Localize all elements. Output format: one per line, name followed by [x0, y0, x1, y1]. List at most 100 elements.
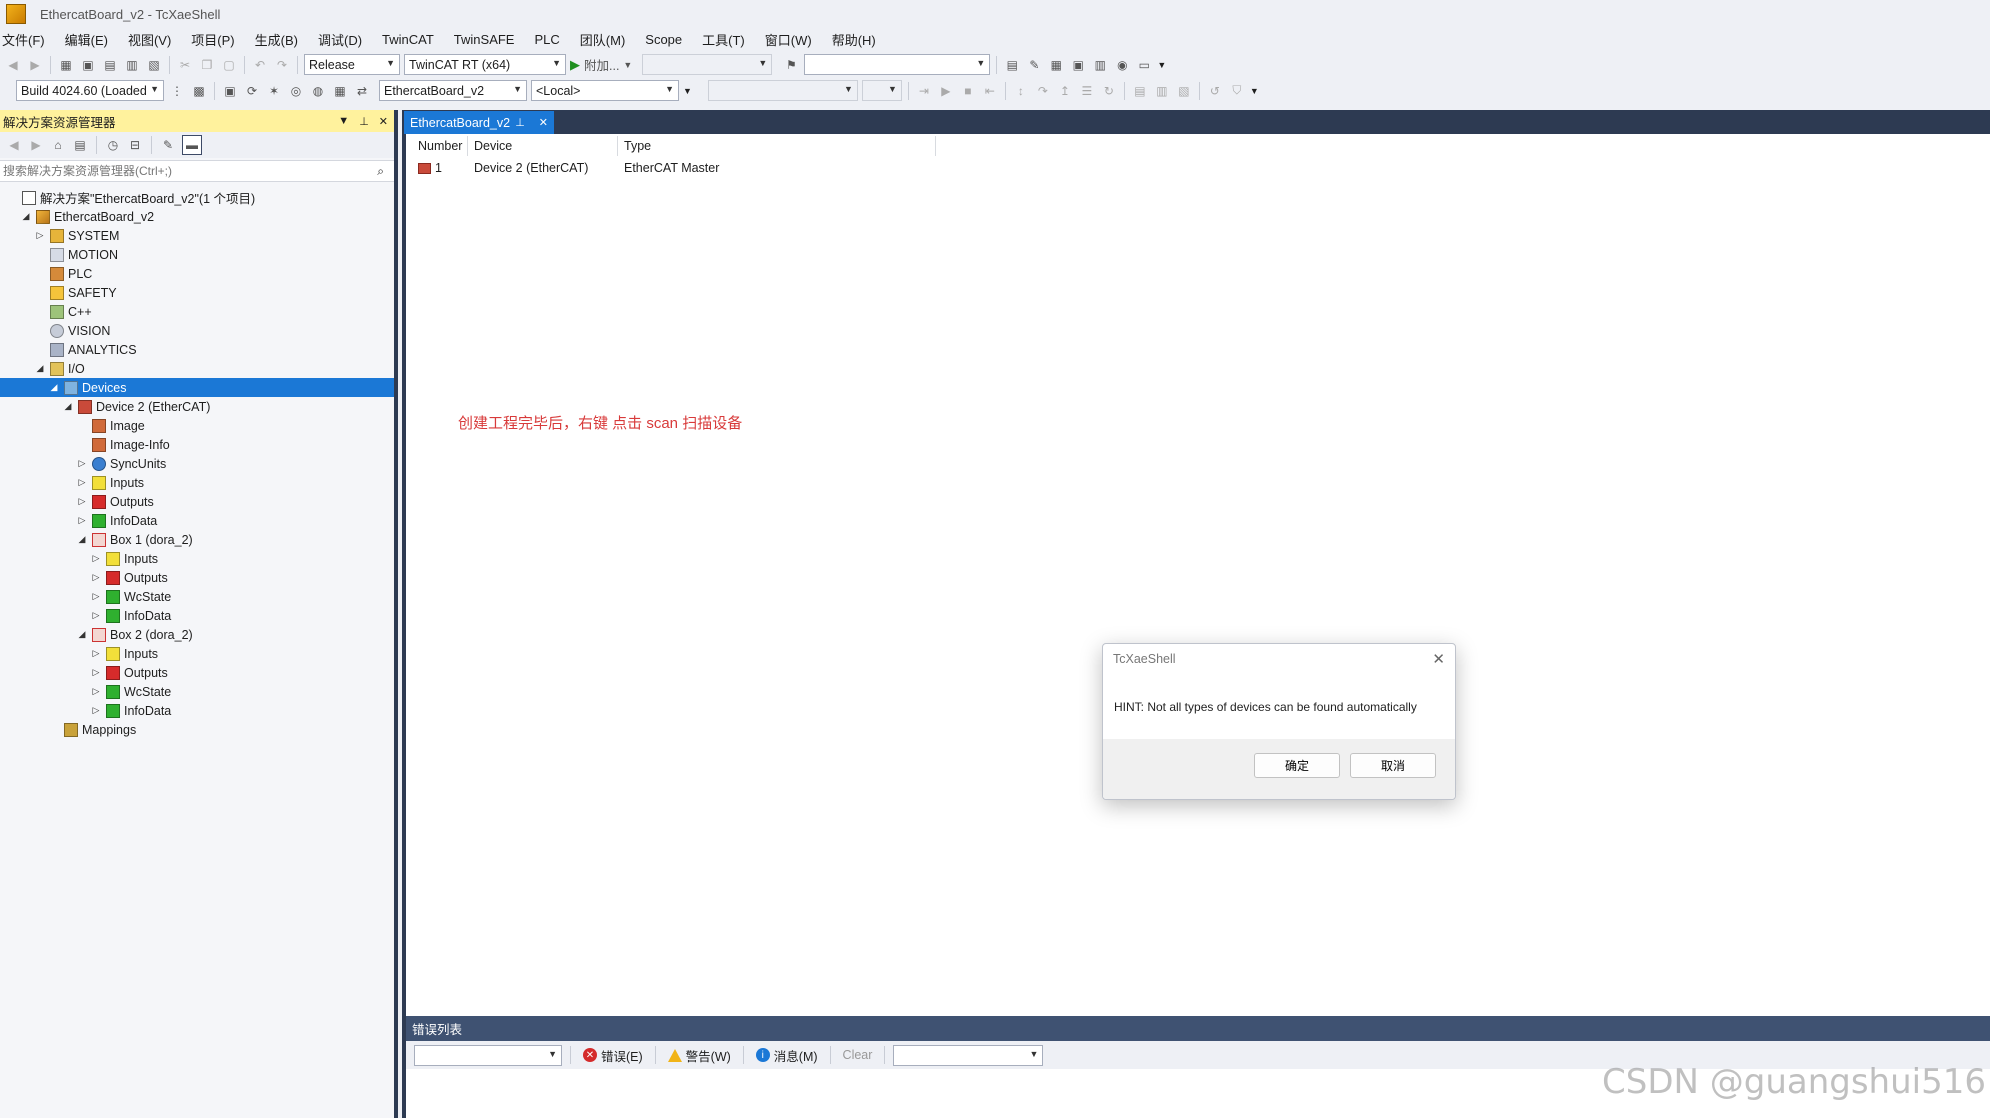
overflow-chevron-icon[interactable]: ▼	[1157, 60, 1166, 70]
collapsed-arrow-icon[interactable]: ▷	[90, 667, 102, 678]
plc-instance-select[interactable]: ▼	[861, 80, 902, 101]
tree-item[interactable]: VISION	[0, 321, 394, 340]
warnings-filter-button[interactable]: 警告(W)	[664, 1046, 735, 1065]
save-icon[interactable]: ▥	[123, 56, 141, 74]
shield-icon[interactable]: ⛉	[1228, 82, 1246, 100]
back-icon[interactable]: ◀	[4, 56, 22, 74]
column-header[interactable]: Type	[618, 136, 936, 156]
column-header[interactable]: Device	[468, 136, 618, 156]
tree-item[interactable]: ◢ I/O	[0, 359, 394, 378]
menu-item[interactable]: 编辑(E)	[65, 30, 118, 49]
menu-item[interactable]: 团队(M)	[580, 30, 636, 49]
cut-icon[interactable]: ✂	[176, 56, 194, 74]
menu-item[interactable]: 项目(P)	[191, 30, 244, 49]
collapsed-arrow-icon[interactable]: ▷	[90, 591, 102, 602]
properties-wrench-icon[interactable]: ✎	[160, 136, 176, 154]
tree-item[interactable]: ▷ SyncUnits	[0, 454, 394, 473]
free-run-icon[interactable]: ◍	[309, 82, 327, 100]
config-mode-icon[interactable]: ▣	[221, 82, 239, 100]
undo-icon[interactable]: ↶	[251, 56, 269, 74]
class-view-icon[interactable]: ▥	[1091, 56, 1109, 74]
find-in-files-icon[interactable]: ⚑	[782, 56, 800, 74]
team-explorer-icon[interactable]: ▣	[1069, 56, 1087, 74]
ok-button[interactable]: 确定	[1254, 753, 1340, 778]
column-header[interactable]: Number	[412, 136, 468, 156]
tree-item[interactable]: Image	[0, 416, 394, 435]
browser-icon[interactable]: ◉	[1113, 56, 1131, 74]
tree-item[interactable]: ◢ Devices	[0, 378, 394, 397]
force-icon[interactable]: ▤	[1131, 82, 1149, 100]
errors-filter-button[interactable]: ✕ 错误(E)	[579, 1046, 647, 1065]
stop-icon[interactable]: ■	[959, 82, 977, 100]
tree-item[interactable]: Mappings	[0, 720, 394, 739]
tree-item[interactable]: ▷ InfoData	[0, 606, 394, 625]
tree-item[interactable]: PLC	[0, 264, 394, 283]
collapsed-arrow-icon[interactable]: ▷	[90, 610, 102, 621]
route-icon[interactable]: ⇄	[353, 82, 371, 100]
tree-item[interactable]: ▷ Outputs	[0, 663, 394, 682]
tree-item[interactable]: ◢ EthercatBoard_v2	[0, 207, 394, 226]
tree-item[interactable]: ANALYTICS	[0, 340, 394, 359]
tree-item[interactable]: ▷ Inputs	[0, 473, 394, 492]
collapsed-arrow-icon[interactable]: ▷	[76, 477, 88, 488]
collapsed-arrow-icon[interactable]: ▷	[90, 572, 102, 583]
expanded-arrow-icon[interactable]: ◢	[76, 534, 88, 545]
menu-item[interactable]: PLC	[534, 32, 569, 47]
menu-item[interactable]: 工具(T)	[702, 30, 755, 49]
step-over-icon[interactable]: ↕	[1012, 82, 1030, 100]
tree-item[interactable]: SAFETY	[0, 283, 394, 302]
collapse-all-icon[interactable]: ⊟	[127, 136, 143, 154]
build-source-select[interactable]: ▼	[893, 1044, 1044, 1066]
online-change-icon[interactable]: ↺	[1206, 82, 1224, 100]
solution-search-input[interactable]	[3, 164, 343, 178]
solution-platform-select[interactable]: TwinCAT RT (x64) ▼	[404, 54, 566, 75]
write-values-icon[interactable]: ▥	[1153, 82, 1171, 100]
grid-icon[interactable]: ⋮	[168, 82, 186, 100]
start-icon[interactable]: ▶	[937, 82, 955, 100]
tree-item[interactable]: ◢ Box 2 (dora_2)	[0, 625, 394, 644]
menu-item[interactable]: 窗口(W)	[765, 30, 822, 49]
step-into-icon[interactable]: ↷	[1034, 82, 1052, 100]
expanded-arrow-icon[interactable]: ◢	[34, 363, 46, 374]
preview-selected-icon[interactable]: ▬	[182, 135, 202, 155]
tree-item[interactable]: ▷ InfoData	[0, 701, 394, 720]
switch-views-icon[interactable]: ▤	[72, 136, 88, 154]
tree-item[interactable]: ▷ Outputs	[0, 492, 394, 511]
redo-icon[interactable]: ↷	[273, 56, 291, 74]
tree-item[interactable]: ▷ WcState	[0, 682, 394, 701]
tree-item[interactable]: 解决方案"EthercatBoard_v2"(1 个项目)	[0, 188, 394, 207]
back-icon[interactable]: ◀	[6, 136, 22, 154]
table-row[interactable]: 1 Device 2 (EtherCAT) EtherCAT Master	[412, 158, 936, 178]
tree-item[interactable]: ▷ WcState	[0, 587, 394, 606]
attach-button[interactable]: ▶ 附加... ▼	[570, 55, 632, 74]
tree-item[interactable]: ▷ InfoData	[0, 511, 394, 530]
tree-item[interactable]: ▷ Inputs	[0, 549, 394, 568]
unforce-icon[interactable]: ▧	[1175, 82, 1193, 100]
find-combo[interactable]: ▼	[804, 54, 991, 75]
menu-item[interactable]: 视图(V)	[128, 30, 181, 49]
toggle-icon[interactable]: ▦	[331, 82, 349, 100]
overflow-chevron-icon[interactable]: ▼	[683, 86, 692, 96]
solution-configuration-select[interactable]: Release ▼	[304, 54, 400, 75]
new-project-icon[interactable]: ▦	[57, 56, 75, 74]
project-select[interactable]: EthercatBoard_v2 ▼	[379, 80, 527, 101]
menu-item[interactable]: 帮助(H)	[832, 30, 886, 49]
close-icon[interactable]: ✕	[379, 115, 388, 128]
tree-item[interactable]: C++	[0, 302, 394, 321]
reset-icon[interactable]: ↻	[1100, 82, 1118, 100]
terminal-icon[interactable]: ▭	[1135, 56, 1153, 74]
pin-icon[interactable]: ⊥	[515, 116, 525, 129]
paste-icon[interactable]: ▢	[220, 56, 238, 74]
forward-icon[interactable]: ▶	[26, 56, 44, 74]
close-icon[interactable]: ✕	[539, 116, 548, 129]
collapsed-arrow-icon[interactable]: ▷	[90, 705, 102, 716]
pin-icon[interactable]: ⊥	[359, 115, 369, 128]
properties-icon[interactable]: ✎	[1025, 56, 1043, 74]
scan-icon[interactable]: ◎	[287, 82, 305, 100]
tree-item[interactable]: ◢ Device 2 (EtherCAT)	[0, 397, 394, 416]
expanded-arrow-icon[interactable]: ◢	[62, 401, 74, 412]
menu-item[interactable]: 调试(D)	[318, 30, 372, 49]
open-icon[interactable]: ▤	[101, 56, 119, 74]
tools-icon[interactable]: ✶	[265, 82, 283, 100]
clear-button[interactable]: Clear	[839, 1048, 877, 1062]
